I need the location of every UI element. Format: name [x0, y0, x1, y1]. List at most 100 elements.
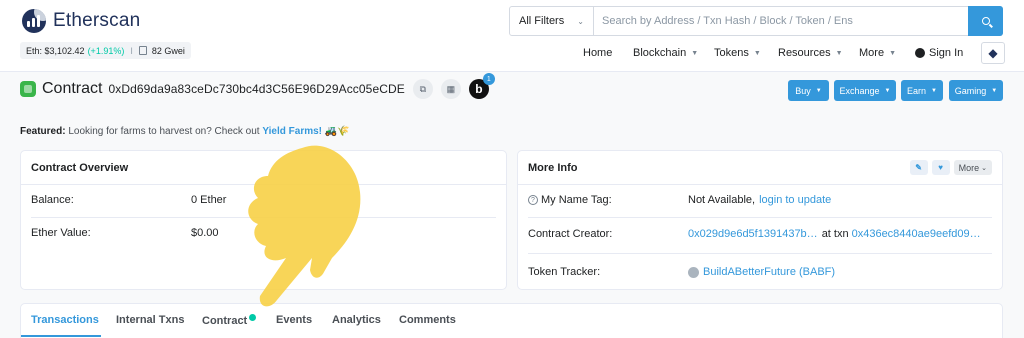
chevron-down-icon: ▼ [815, 87, 822, 94]
creator-txn-link[interactable]: 0x436ec8440ae9eefd09… [852, 228, 981, 240]
active-tab-indicator [21, 335, 101, 337]
card-title: More Info [528, 161, 578, 174]
nav-blockchain[interactable]: Blockchain ▼ [633, 45, 698, 61]
creator-at-txn: at txn [821, 228, 849, 240]
creator-row: Contract Creator: 0x029d9e6d5f1391437b… … [528, 228, 992, 240]
token-tracker-label: Token Tracker: [528, 266, 601, 278]
divider [528, 253, 992, 254]
yield-farms-link[interactable]: Yield Farms! [262, 126, 322, 137]
earn-button[interactable]: Earn ▼ [901, 80, 943, 101]
user-icon [915, 48, 925, 58]
name-tag-label: My Name Tag: [541, 194, 612, 206]
balance-value: 0 Ether [191, 194, 227, 206]
chevron-down-icon: ▼ [753, 49, 761, 57]
page-title: Contract [42, 80, 103, 97]
buy-button-label: Buy [795, 85, 811, 96]
featured-banner: Featured: Looking for farms to harvest o… [20, 126, 350, 137]
tab-internal-txns[interactable]: Internal Txns [116, 314, 184, 326]
favorite-button[interactable]: ♥ [931, 160, 950, 175]
search-icon [981, 17, 990, 25]
etherscan-logo[interactable]: Etherscan [22, 9, 140, 33]
ethereum-icon: ◆ [988, 46, 998, 60]
ether-value: $0.00 [191, 227, 219, 239]
nav-tokens[interactable]: Tokens ▼ [714, 45, 761, 61]
pencil-icon: ✎ [915, 163, 922, 172]
heart-icon: ♥ [938, 163, 943, 172]
logo-icon [22, 9, 46, 33]
contract-icon [20, 81, 36, 97]
nav-more[interactable]: More ▼ [859, 45, 896, 61]
earn-button-label: Earn [907, 85, 927, 96]
sign-in-link[interactable]: Sign In [915, 45, 963, 61]
card-header: More Info ✎ ♥ More ⌄ [518, 151, 1002, 185]
qr-code-icon: ▦ [446, 83, 456, 94]
creator-label: Contract Creator: [528, 228, 613, 240]
gaming-button-label: Gaming [954, 85, 987, 96]
login-to-update-link[interactable]: login to update [759, 194, 831, 206]
eth-price-bar: Eth: $3,102.42 (+1.91%) I 82 Gwei [20, 42, 191, 59]
more-dropdown-button[interactable]: More ⌄ [953, 160, 992, 175]
name-tag-value: Not Available, [688, 194, 756, 206]
blockscan-chat-button[interactable]: b 1 [468, 73, 495, 99]
token-tracker-row: Token Tracker: BuildABetterFuture (BABF) [528, 266, 992, 278]
price-separator: I [130, 45, 133, 56]
search-input[interactable] [594, 7, 968, 35]
copy-address-button[interactable]: ⧉ [412, 79, 433, 99]
nav-home[interactable]: Home [583, 45, 612, 61]
chevron-down-icon: ▼ [931, 87, 937, 94]
token-tracker-link[interactable]: BuildABetterFuture (BABF) [703, 266, 835, 278]
gaming-button[interactable]: Gaming ▼ [949, 80, 1003, 101]
featured-emoji: 🚜🌾 [324, 126, 350, 137]
copy-icon: ⧉ [419, 83, 427, 94]
ethereum-network-button[interactable]: ◆ [981, 42, 1005, 64]
creator-address-link[interactable]: 0x029d9e6d5f1391437b… [688, 228, 818, 240]
tab-bar: Transactions Internal Txns Contract Even… [20, 303, 1003, 338]
ether-value-label: Ether Value: [31, 227, 91, 239]
balance-label: Balance: [31, 194, 74, 206]
nav-tokens-label: Tokens [714, 47, 749, 59]
more-info-card: More Info ✎ ♥ More ⌄ ? My Name Tag: Not A… [517, 150, 1003, 290]
tab-comments[interactable]: Comments [399, 314, 456, 326]
search-bar: All Filters ⌄ [509, 6, 1003, 36]
name-tag-row: ? My Name Tag: Not Available, login to u… [528, 194, 992, 206]
sign-in-label: Sign In [929, 47, 964, 59]
nav-resources[interactable]: Resources ▼ [778, 45, 843, 61]
exchange-button[interactable]: Exchange ▼ [834, 80, 896, 101]
chevron-down-icon: ▼ [889, 49, 896, 57]
question-circle-icon: ? [528, 195, 538, 205]
gas-price[interactable]: 82 Gwei [152, 46, 185, 56]
nav-resources-label: Resources [778, 47, 831, 59]
exchange-button-label: Exchange [839, 85, 880, 96]
top-header: Etherscan Eth: $3,102.42 (+1.91%) I 82 G… [0, 0, 1024, 72]
blockscan-icon: b [475, 82, 483, 96]
search-filter-label: All Filters [519, 15, 565, 27]
chevron-down-icon: ▼ [991, 87, 998, 94]
pointing-hand-overlay [248, 145, 361, 307]
qr-code-button[interactable]: ▦ [440, 79, 461, 99]
more-dropdown-label: More [958, 162, 980, 173]
chevron-down-icon: ▼ [691, 49, 699, 57]
tab-transactions[interactable]: Transactions [31, 314, 99, 326]
chevron-down-icon: ⌄ [577, 16, 584, 26]
featured-text: Looking for farms to harvest on? Check o… [68, 126, 260, 137]
nav-home-label: Home [583, 47, 613, 59]
nav-more-label: More [859, 47, 885, 59]
contract-heading: Contract 0xDd69da9a83ceDc730bc4d3C56E96D… [20, 73, 495, 100]
buy-button[interactable]: Buy ▼ [788, 80, 829, 101]
search-button[interactable] [968, 6, 1003, 36]
chevron-down-icon: ⌄ [981, 164, 987, 172]
gas-pump-icon [138, 46, 147, 55]
notification-badge: 1 [482, 73, 495, 85]
logo-text: Etherscan [53, 10, 141, 31]
pointing-hand-shape [248, 145, 361, 307]
featured-label: Featured: [20, 126, 66, 137]
eth-price: Eth: $3,102.42 [26, 45, 85, 56]
chevron-down-icon: ▼ [835, 49, 843, 57]
edit-tag-button[interactable]: ✎ [909, 160, 928, 175]
name-tag-key: ? My Name Tag: [528, 194, 688, 206]
divider [528, 217, 992, 218]
eth-price-change: (+1.91%) [87, 45, 125, 56]
search-filter-select[interactable]: All Filters ⌄ [510, 7, 594, 35]
chevron-down-icon: ▼ [884, 87, 891, 94]
card-title: Contract Overview [31, 161, 129, 174]
